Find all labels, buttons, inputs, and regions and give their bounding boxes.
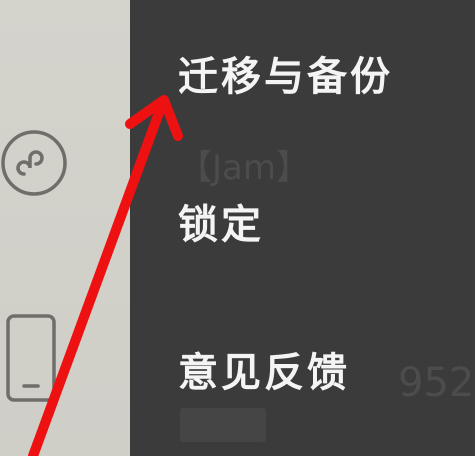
sidebar (0, 0, 130, 456)
mini-program-icon[interactable] (0, 128, 70, 198)
menu-item-feedback[interactable]: 意见反馈 (178, 340, 350, 398)
background-text-line1: 【Jam】 (178, 148, 310, 188)
background-text-line2: 952 (398, 360, 475, 406)
background-tag (180, 408, 266, 442)
menu-item-migrate-backup[interactable]: 迁移与备份 (178, 44, 393, 102)
phone-icon[interactable] (4, 312, 58, 404)
dropdown-menu: 【Jam】 952 迁移与备份 锁定 意见反馈 (130, 0, 475, 456)
menu-item-lock[interactable]: 锁定 (178, 192, 264, 250)
